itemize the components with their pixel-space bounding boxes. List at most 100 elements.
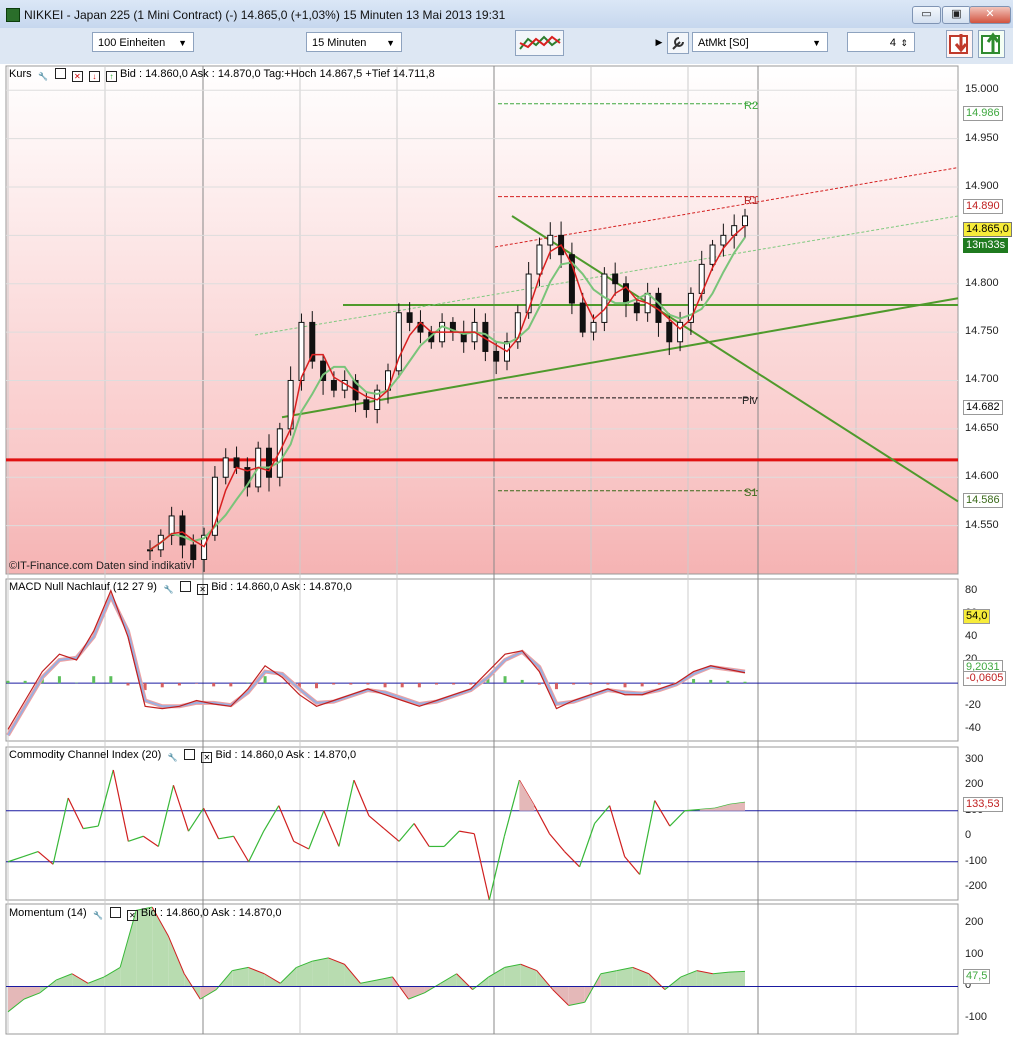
chevron-down-icon: ▼ <box>178 38 187 48</box>
close-icon[interactable]: ✕ <box>197 584 209 595</box>
expand-arrow-icon[interactable]: ▶ <box>655 34 663 50</box>
pivot-s1-label: S1 <box>744 487 758 499</box>
price-tick-label: 14.700 <box>965 373 999 386</box>
window-icon[interactable] <box>184 749 196 760</box>
cci-panel-header: Commodity Channel Index (20) 🔧 ✕ Bid : 1… <box>9 749 356 764</box>
wrench-icon[interactable]: 🔧 <box>38 72 49 83</box>
momentum-panel-name: Momentum (14) <box>9 907 87 919</box>
macd-histogram-bar <box>640 683 644 687</box>
wrench-icon[interactable]: 🔧 <box>167 753 178 764</box>
cci-tick-label: -100 <box>965 854 988 867</box>
window-title: NIKKEI - Japan 225 (1 Mini Contract) (-)… <box>24 8 506 22</box>
macd-histogram-bar <box>520 679 524 684</box>
price-tick-label: 15.000 <box>965 83 999 96</box>
momentum-area <box>712 972 729 987</box>
chart-type-button[interactable] <box>515 30 564 56</box>
minimize-button[interactable]: ▭ <box>912 6 941 24</box>
macd-histogram-bar <box>332 683 336 685</box>
wrench-icon[interactable] <box>667 32 689 54</box>
candle-body <box>633 302 640 314</box>
sell-button[interactable] <box>946 30 973 58</box>
macd-histogram-bar <box>6 680 10 684</box>
units-dropdown[interactable]: 100 Einheiten ▼ <box>92 32 194 52</box>
order-type-value: AtMkt [S0] <box>698 37 749 49</box>
macd-histogram-bar <box>366 683 370 685</box>
cci-tick-label: 300 <box>965 752 984 765</box>
r2-price-badge: 14.986 <box>963 106 1003 121</box>
window-icon[interactable] <box>109 907 121 918</box>
s1-price-badge: 14.586 <box>963 493 1003 508</box>
chevron-down-icon: ▼ <box>812 38 821 48</box>
macd-histogram-bar <box>452 683 456 685</box>
candle-body <box>709 244 716 265</box>
candle-body <box>579 302 586 333</box>
window-icon[interactable] <box>54 68 66 79</box>
candle-body <box>590 321 597 333</box>
momentum-value-badge: 47,5 <box>963 969 991 984</box>
macd-tick-label: -20 <box>965 699 981 712</box>
macd-histogram-bar <box>417 683 421 688</box>
restore-button[interactable]: ▣ <box>942 6 971 24</box>
arrow-down-icon[interactable]: ↓ <box>88 71 100 82</box>
macd-histogram-bar <box>23 680 27 684</box>
macd-histogram-bar <box>229 683 233 687</box>
momentum-tick-label: 200 <box>965 916 984 929</box>
quantity-stepper[interactable]: 4 ⇕ <box>847 32 915 52</box>
candle-body <box>666 321 673 343</box>
chart-type-icon <box>519 35 561 50</box>
candle-body <box>547 234 554 246</box>
price-tick-label: 14.950 <box>965 131 999 144</box>
price-panel-bg <box>6 66 958 574</box>
macd-histogram-bar <box>606 683 610 685</box>
chart-canvas[interactable] <box>0 64 1013 1038</box>
price-tick-label: 14.650 <box>965 421 999 434</box>
price-panel-name: Kurs <box>9 68 32 80</box>
candle-body <box>536 244 543 275</box>
candle-body <box>612 273 619 285</box>
cci-tick-label: 0 <box>965 829 972 842</box>
macd-histogram-bar <box>623 683 627 688</box>
wrench-icon[interactable]: 🔧 <box>163 585 174 596</box>
momentum-tick-label: 100 <box>965 947 984 960</box>
macd-histogram-bar <box>554 683 558 690</box>
buy-button[interactable] <box>978 30 1005 58</box>
price-tick-label: 14.800 <box>965 276 999 289</box>
macd-histogram-bar <box>692 678 696 684</box>
momentum-area <box>728 971 745 987</box>
macd-histogram-bar <box>160 683 164 688</box>
window-icon[interactable] <box>180 581 192 592</box>
spin-icon[interactable]: ⇕ <box>900 33 908 53</box>
order-type-dropdown[interactable]: AtMkt [S0] ▼ <box>692 32 828 52</box>
macd-panel-bg <box>5 578 959 742</box>
close-icon[interactable]: ✕ <box>201 752 213 763</box>
units-value: 100 Einheiten <box>98 37 166 49</box>
cci-tick-label: 200 <box>965 778 984 791</box>
cci-panel-name: Commodity Channel Index (20) <box>9 749 162 761</box>
macd-tick-label: -40 <box>965 722 981 735</box>
macd-histogram-bar <box>709 679 713 684</box>
candle-body <box>363 399 370 411</box>
candle-body <box>190 544 197 560</box>
candle-body <box>168 515 175 536</box>
wrench-icon[interactable]: 🔧 <box>93 911 104 922</box>
macd-histogram-bar <box>92 676 96 684</box>
cci-panel-bg <box>5 746 959 901</box>
macd-histogram-bar <box>109 676 113 684</box>
price-tick-label: 14.550 <box>965 518 999 531</box>
candle-body <box>233 457 240 469</box>
macd-histogram-bar <box>743 681 747 684</box>
chart-area[interactable]: Kurs 🔧 ✕ ↓ ↑ Bid : 14.860,0 Ask : 14.870… <box>0 64 1013 1038</box>
close-icon[interactable]: ✕ <box>71 71 83 82</box>
macd-histogram-bar <box>383 683 387 688</box>
arrow-up-icon[interactable]: ↑ <box>105 71 117 82</box>
macd-histogram-bar <box>263 676 267 684</box>
candle-body <box>677 321 684 343</box>
macd-panel-info: Bid : 14.860,0 Ask : 14.870,0 <box>211 581 352 593</box>
interval-dropdown[interactable]: 15 Minuten ▼ <box>306 32 402 52</box>
macd-histogram-bar <box>726 680 730 684</box>
close-icon[interactable]: ✕ <box>126 910 138 921</box>
app-icon <box>6 8 20 22</box>
close-button[interactable]: ✕ <box>969 6 1011 24</box>
price-tick-label: 14.900 <box>965 179 999 192</box>
momentum-area <box>312 957 329 987</box>
